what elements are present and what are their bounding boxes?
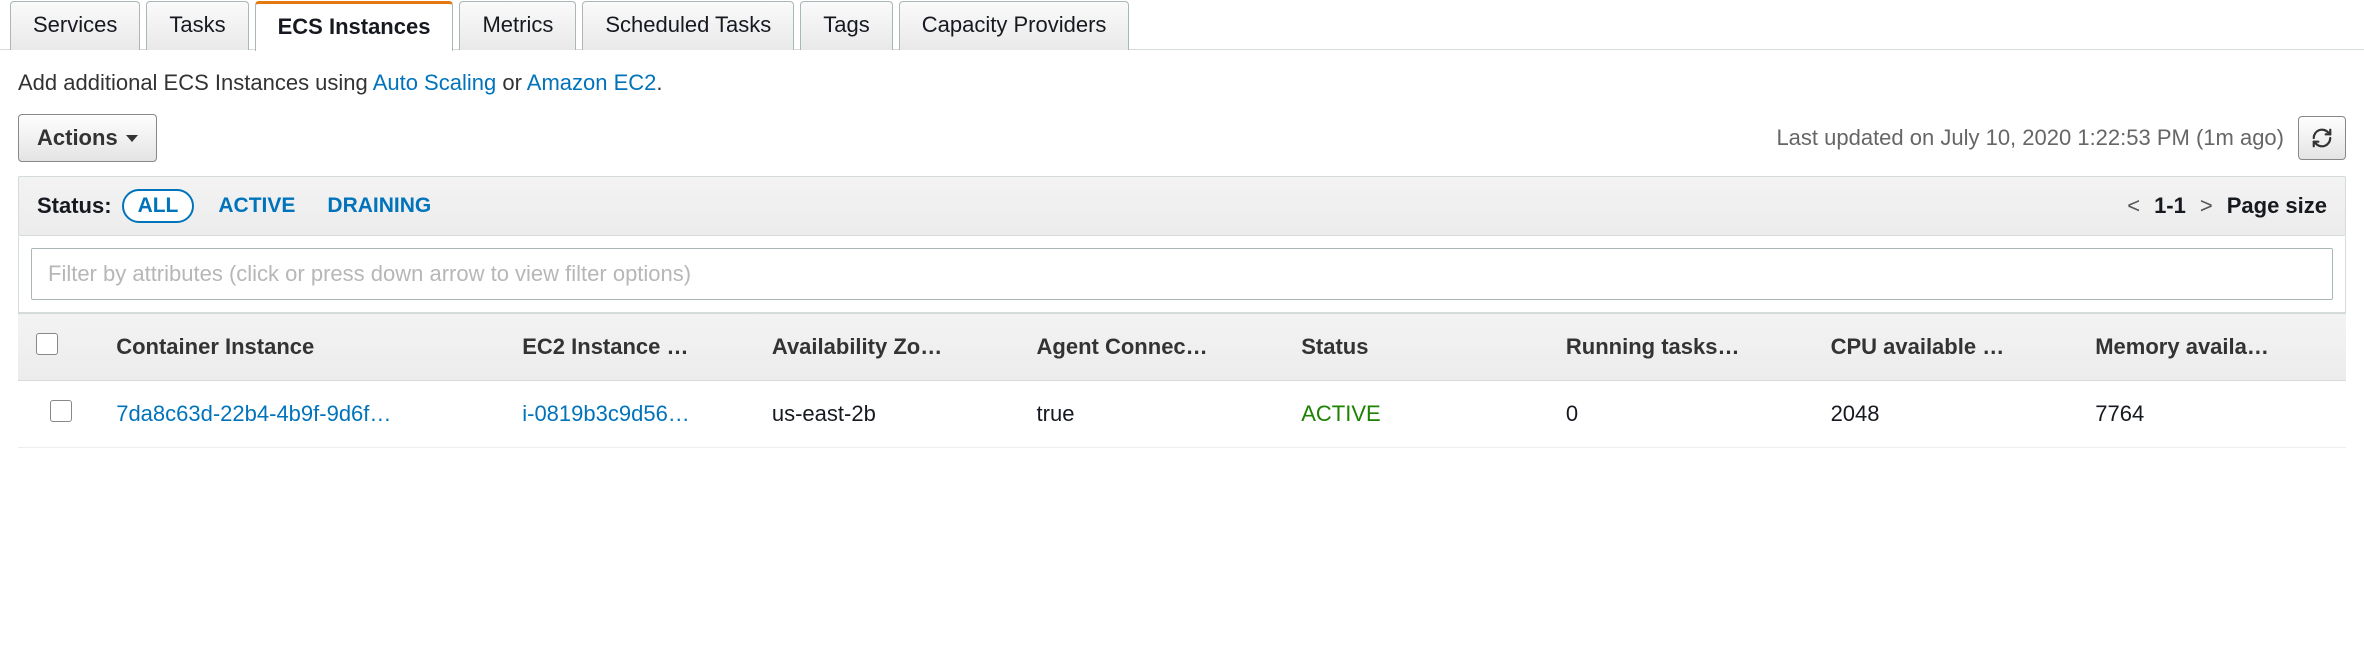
table-header-row: Container Instance EC2 Instance … Availa… xyxy=(18,314,2346,381)
hint-or: or xyxy=(496,70,527,95)
tab-tasks[interactable]: Tasks xyxy=(146,1,248,50)
auto-scaling-link[interactable]: Auto Scaling xyxy=(373,70,497,95)
cell-agent-connected: true xyxy=(1023,381,1288,448)
status-filter-bar: Status: ALL ACTIVE DRAINING < 1-1 > Page… xyxy=(18,176,2346,236)
tab-ecs-instances[interactable]: ECS Instances xyxy=(255,1,454,51)
tab-services[interactable]: Services xyxy=(10,1,140,50)
actions-dropdown[interactable]: Actions xyxy=(18,114,157,162)
col-memory-available[interactable]: Memory availa… xyxy=(2081,314,2346,381)
table-row[interactable]: 7da8c63d-22b4-4b9f-9d6f… i-0819b3c9d56… … xyxy=(18,381,2346,448)
attribute-filter-input[interactable] xyxy=(31,248,2333,300)
page-size-label: Page size xyxy=(2227,193,2327,219)
col-agent-connected[interactable]: Agent Connec… xyxy=(1023,314,1288,381)
pager: < 1-1 > Page size xyxy=(2127,193,2327,219)
filter-draining[interactable]: DRAINING xyxy=(313,191,445,221)
hint-prefix: Add additional ECS Instances using xyxy=(18,70,373,95)
filter-all[interactable]: ALL xyxy=(122,189,195,223)
add-instances-hint: Add additional ECS Instances using Auto … xyxy=(18,70,2346,96)
tab-scheduled-tasks[interactable]: Scheduled Tasks xyxy=(582,1,794,50)
cell-container-instance[interactable]: 7da8c63d-22b4-4b9f-9d6f… xyxy=(102,381,508,448)
cell-running-tasks: 0 xyxy=(1552,381,1817,448)
last-updated-text: Last updated on July 10, 2020 1:22:53 PM… xyxy=(1776,125,2284,151)
col-container-instance[interactable]: Container Instance xyxy=(102,314,508,381)
col-availability-zone[interactable]: Availability Zo… xyxy=(758,314,1023,381)
hint-suffix: . xyxy=(656,70,662,95)
filter-wrap xyxy=(18,236,2346,313)
select-all-checkbox[interactable] xyxy=(36,333,58,355)
tab-metrics[interactable]: Metrics xyxy=(459,1,576,50)
col-running-tasks[interactable]: Running tasks… xyxy=(1552,314,1817,381)
caret-down-icon xyxy=(126,135,138,142)
row-select[interactable] xyxy=(18,381,102,448)
pager-prev[interactable]: < xyxy=(2127,193,2140,219)
status-label: Status: xyxy=(37,193,112,219)
cell-cpu-available: 2048 xyxy=(1817,381,2082,448)
refresh-icon xyxy=(2311,127,2333,149)
tabs-bar: Services Tasks ECS Instances Metrics Sch… xyxy=(0,0,2364,50)
toolbar: Actions Last updated on July 10, 2020 1:… xyxy=(18,114,2346,162)
amazon-ec2-link[interactable]: Amazon EC2 xyxy=(527,70,657,95)
cell-memory-available: 7764 xyxy=(2081,381,2346,448)
select-all-header[interactable] xyxy=(18,314,102,381)
refresh-button[interactable] xyxy=(2298,116,2346,160)
pager-range: 1-1 xyxy=(2154,193,2186,219)
col-status[interactable]: Status xyxy=(1287,314,1552,381)
actions-label: Actions xyxy=(37,125,118,151)
tab-capacity-providers[interactable]: Capacity Providers xyxy=(899,1,1130,50)
filter-active[interactable]: ACTIVE xyxy=(204,191,309,221)
status-badge: ACTIVE xyxy=(1301,401,1380,426)
instances-table: Container Instance EC2 Instance … Availa… xyxy=(18,313,2346,448)
row-checkbox[interactable] xyxy=(50,400,72,422)
col-cpu-available[interactable]: CPU available … xyxy=(1817,314,2082,381)
cell-availability-zone: us-east-2b xyxy=(758,381,1023,448)
pager-next[interactable]: > xyxy=(2200,193,2213,219)
tab-tags[interactable]: Tags xyxy=(800,1,892,50)
col-ec2-instance[interactable]: EC2 Instance … xyxy=(508,314,758,381)
cell-status: ACTIVE xyxy=(1287,381,1552,448)
cell-ec2-instance[interactable]: i-0819b3c9d56… xyxy=(508,381,758,448)
